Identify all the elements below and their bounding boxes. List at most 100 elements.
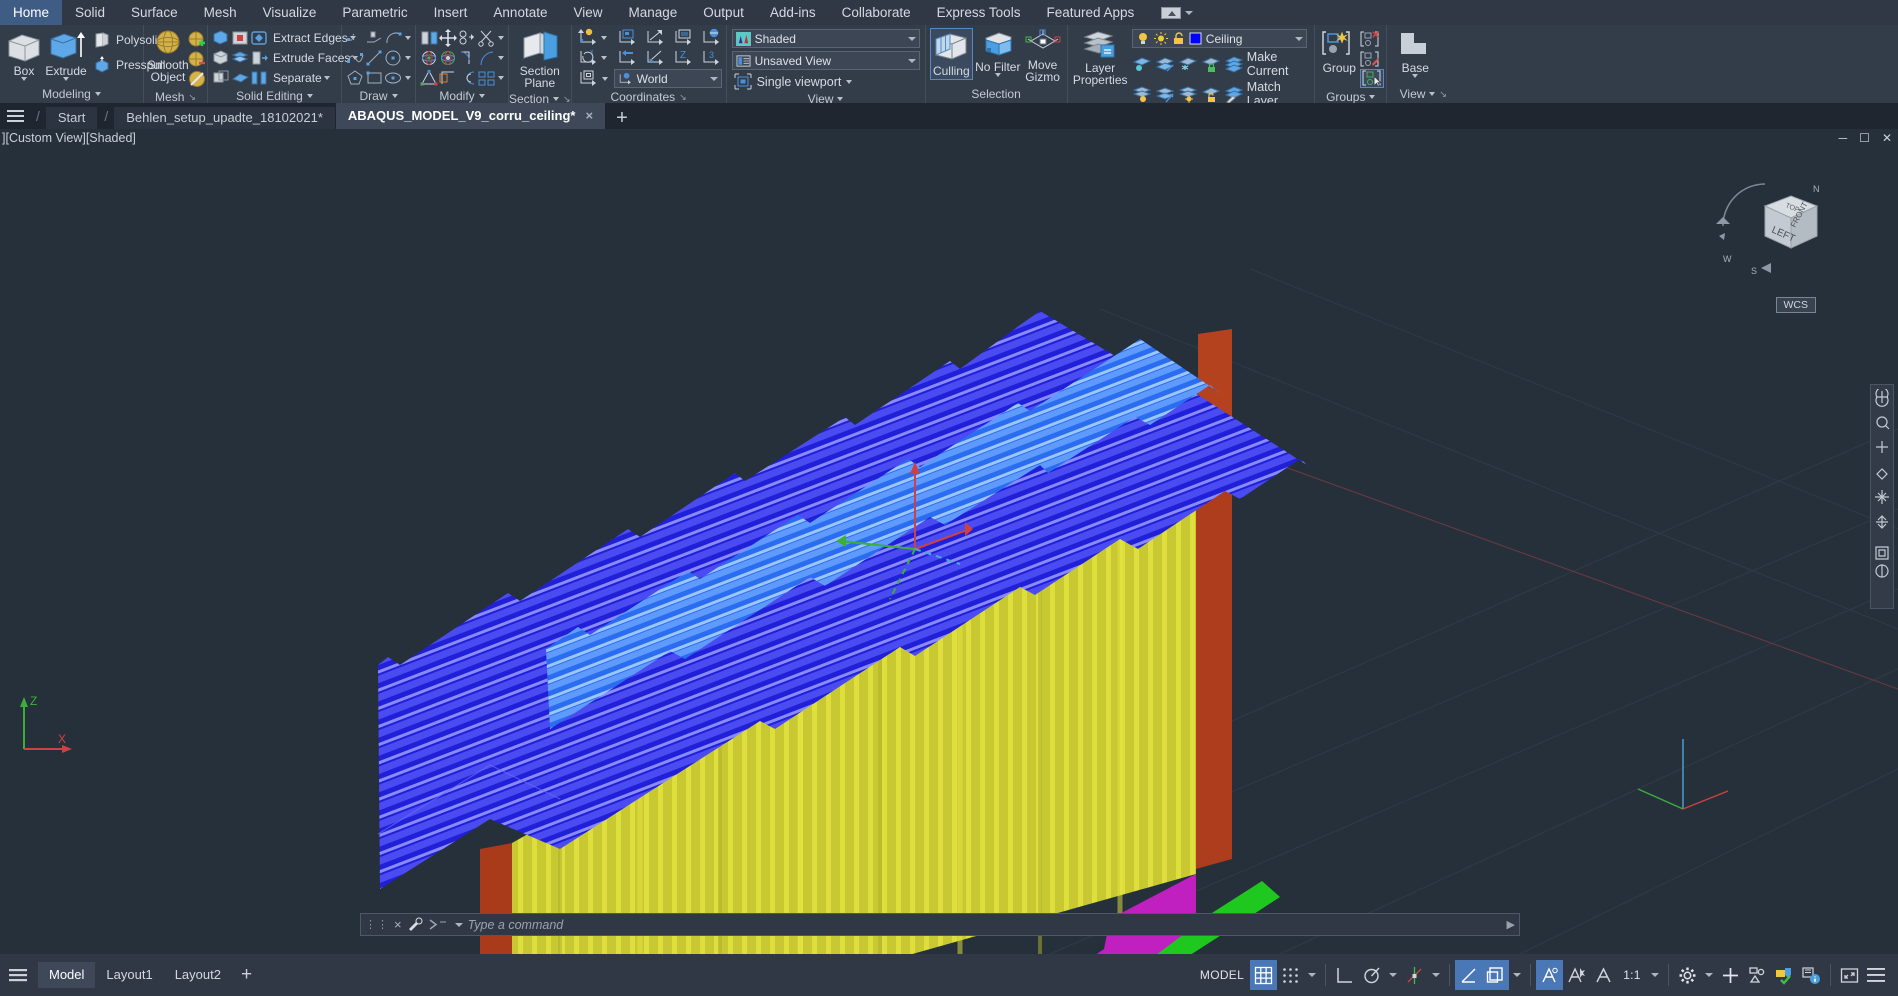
make-current-icon[interactable] — [1224, 55, 1244, 73]
group-button[interactable]: Group — [1319, 28, 1359, 76]
customization-add-button[interactable] — [1717, 960, 1744, 990]
chevron-down-icon[interactable] — [846, 79, 853, 84]
arc-button[interactable] — [384, 28, 411, 47]
chevron-down-icon[interactable] — [323, 75, 330, 80]
match-layer-icon[interactable] — [1224, 85, 1244, 103]
scale-dropdown[interactable] — [1647, 960, 1663, 990]
solid-union-button[interactable] — [212, 28, 231, 47]
layer-combo[interactable]: Ceiling — [1131, 29, 1307, 48]
file-tab-abaqus[interactable]: ABAQUS_MODEL_V9_corru_ceiling* × — [335, 103, 606, 129]
chevron-down-icon[interactable] — [405, 75, 411, 80]
file-tab-behlen[interactable]: Behlen_setup_upadte_18102021* — [114, 107, 335, 129]
3d-move-button[interactable] — [420, 68, 439, 87]
scale-button[interactable] — [439, 68, 458, 87]
menu-item-view[interactable]: View — [560, 0, 615, 25]
layer-properties-button[interactable]: Layer Properties — [1072, 28, 1129, 88]
polar-tracking-toggle[interactable] — [1358, 960, 1385, 990]
chevron-down-icon[interactable] — [1308, 973, 1316, 977]
3d-align-button[interactable] — [420, 48, 439, 67]
close-icon[interactable]: ✕ — [1882, 131, 1892, 145]
model-3d-view[interactable] — [0, 129, 1898, 954]
lineweight-toggle[interactable] — [1482, 960, 1509, 990]
move-button[interactable] — [439, 28, 458, 47]
lineweight-dropdown[interactable] — [1509, 960, 1525, 990]
chevron-down-icon[interactable] — [994, 73, 1001, 77]
ucs-z-icon[interactable]: Z — [673, 48, 694, 67]
trim-button[interactable] — [477, 28, 504, 47]
layout2-tab[interactable]: Layout2 — [164, 962, 232, 988]
menu-item-output[interactable]: Output — [690, 0, 757, 25]
chevron-down-icon[interactable] — [1294, 36, 1303, 41]
menu-item-mesh[interactable]: Mesh — [191, 0, 250, 25]
drag-handle[interactable]: ⋮⋮ — [365, 918, 389, 931]
panel-title-modeling[interactable]: Modeling — [0, 85, 143, 103]
layer-on-all-icon[interactable] — [1132, 85, 1152, 103]
chevron-down-icon[interactable] — [1185, 10, 1194, 15]
chevron-down-icon[interactable] — [405, 35, 411, 40]
ucs-zaxis-icon[interactable] — [645, 48, 666, 67]
make-current-label[interactable]: Make Current — [1247, 50, 1311, 78]
menu-item-annotate[interactable]: Annotate — [480, 0, 560, 25]
chevron-down-icon[interactable] — [405, 55, 411, 60]
ucs-previous-icon[interactable] — [617, 48, 638, 67]
chevron-down-icon[interactable] — [63, 77, 69, 81]
layer-freeze-icon[interactable] — [1178, 56, 1198, 73]
wcs-indicator[interactable]: WCS — [1775, 297, 1816, 313]
chevron-down-icon[interactable] — [21, 77, 27, 81]
group-selection-toggle[interactable] — [1360, 69, 1385, 88]
workspace-dropdown[interactable] — [1701, 960, 1717, 990]
array-button[interactable] — [477, 68, 504, 87]
chevron-down-icon[interactable] — [1412, 74, 1419, 78]
thicken-button[interactable] — [231, 68, 250, 87]
named-view-combo[interactable]: Unsaved View — [731, 51, 920, 70]
clean-screen-button[interactable] — [1836, 960, 1863, 990]
chevron-down-icon[interactable] — [94, 92, 101, 96]
annotation-scale-value[interactable]: 1:1 — [1617, 960, 1647, 990]
osnap-tracking-dropdown[interactable] — [1428, 960, 1444, 990]
chevron-down-icon[interactable] — [1429, 92, 1436, 96]
start-tab[interactable]: Start — [45, 107, 98, 129]
gizmo-button[interactable]: Move Gizmo — [1023, 28, 1063, 84]
drawing-area[interactable]: ][Custom View][Shaded] ─ ☐ ✕ W S N LEFT … — [0, 129, 1898, 954]
workspace-switch-button[interactable] — [1674, 960, 1701, 990]
layer-lock-icon[interactable] — [1201, 56, 1221, 73]
chevron-down-icon[interactable] — [553, 97, 560, 101]
menu-item-manage[interactable]: Manage — [616, 0, 691, 25]
section-plane-button[interactable]: Section Plane — [514, 28, 566, 90]
menu-item-parametric[interactable]: Parametric — [329, 0, 420, 25]
application-menu-button[interactable] — [0, 103, 30, 129]
box-button[interactable]: Box — [4, 28, 44, 82]
chevron-down-icon[interactable] — [498, 55, 504, 60]
smooth-object-button[interactable]: Smooth Object — [147, 28, 189, 84]
ucs-world-icon[interactable] — [701, 28, 722, 47]
region-button[interactable] — [365, 28, 384, 47]
annotation-scale-toggle[interactable] — [1590, 960, 1617, 990]
autoscale-toggle[interactable] — [1563, 960, 1590, 990]
line-button[interactable] — [365, 48, 384, 67]
chevron-down-icon[interactable] — [709, 76, 718, 81]
rectangle-button[interactable] — [365, 68, 384, 87]
polygon-button[interactable] — [346, 68, 365, 87]
status-bar-menu-button[interactable] — [1863, 960, 1890, 990]
solid-intersect-button[interactable] — [212, 68, 231, 87]
grid-display-toggle[interactable] — [1250, 960, 1277, 990]
snap-mode-toggle[interactable] — [1277, 960, 1304, 990]
panel-title-view-base[interactable]: View ↘ — [1387, 85, 1459, 103]
ungroup-button[interactable] — [1360, 29, 1384, 48]
menu-item-solid[interactable]: Solid — [62, 0, 118, 25]
object-snap-tracking-toggle[interactable] — [1401, 960, 1428, 990]
copy-button[interactable] — [458, 28, 477, 47]
chevron-down-icon[interactable] — [837, 97, 844, 101]
menu-item-home[interactable]: Home — [0, 0, 63, 25]
ucs-face-icon[interactable] — [673, 28, 694, 47]
3d-rotate-button[interactable] — [439, 48, 458, 67]
chevron-down-icon[interactable] — [1369, 95, 1376, 99]
new-tab-button[interactable]: + — [606, 107, 638, 129]
base-view-button[interactable]: Base — [1391, 28, 1439, 80]
ucs-object-icon[interactable] — [578, 69, 599, 88]
ucs-x-rotate-icon[interactable]: x — [578, 48, 599, 67]
visual-style-combo[interactable]: Shaded — [731, 29, 920, 48]
mesh-refine-button[interactable] — [188, 69, 207, 88]
layout1-tab[interactable]: Layout1 — [95, 962, 163, 988]
command-line[interactable]: ⋮⋮ × Type a command ▶ — [360, 913, 1520, 936]
